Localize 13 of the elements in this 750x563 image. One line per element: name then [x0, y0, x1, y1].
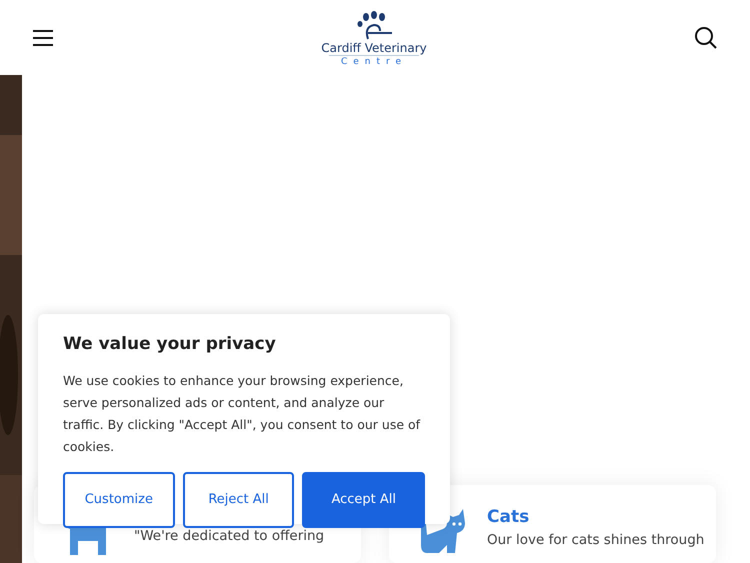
logo-name: Cardiff Veterinary	[321, 41, 427, 55]
card-text: Our love for cats shines through	[487, 531, 704, 550]
menu-icon[interactable]	[32, 28, 54, 46]
card-title: Cats	[487, 509, 530, 526]
card-text: "We're dedicated to offering	[134, 527, 324, 546]
accept-button[interactable]: Accept All	[302, 472, 425, 528]
logo[interactable]: Cardiff Veterinary Centre	[321, 7, 427, 68]
banner-title: We value your privacy	[63, 333, 277, 356]
logo-subtitle: Centre	[328, 55, 420, 68]
banner-text: We use cookies to enhance your browsing experience, serve personalized ads or content, and analyze our traffic. By clicking "Accept All", you consent to our use of cookies.	[63, 372, 422, 456]
search-icon[interactable]	[694, 26, 718, 50]
outline-button[interactable]: Reject All	[182, 472, 294, 528]
outline-button[interactable]: Customize	[63, 472, 175, 528]
